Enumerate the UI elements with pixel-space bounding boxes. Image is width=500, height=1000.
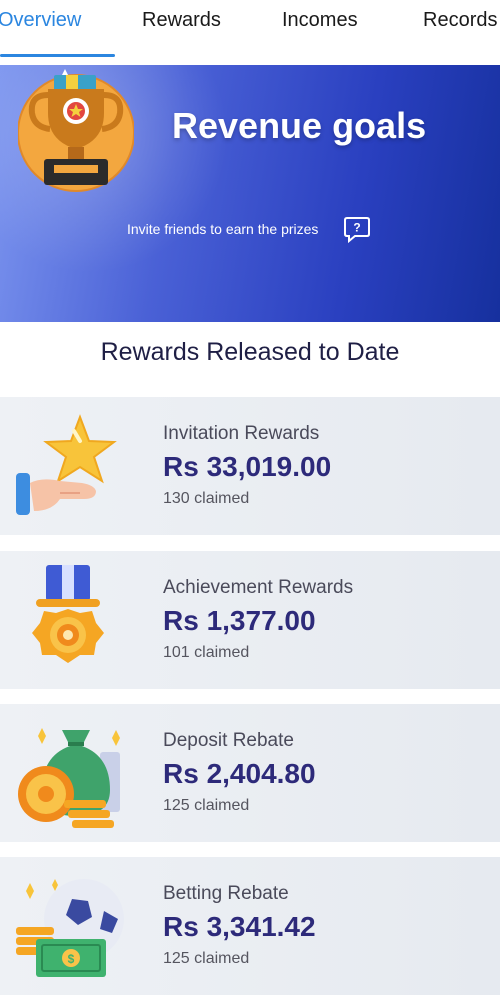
reward-card-betting-rebate[interactable]: $ Betting Rebate Rs 3,341.42 125 claimed xyxy=(0,857,500,995)
reward-claimed-count: 101 claimed xyxy=(163,644,250,661)
tab-records[interactable]: Records xyxy=(423,9,497,32)
section-title: Rewards Released to Date xyxy=(100,338,400,366)
soccer-cash-icon: $ xyxy=(16,879,124,977)
reward-label: Achievement Rewards xyxy=(163,577,354,598)
banner-subtitle: Invite friends to earn the prizes xyxy=(127,221,319,237)
revenue-goals-banner: Revenue goals Invite friends to earn the… xyxy=(0,65,500,322)
tab-rewards[interactable]: Rewards xyxy=(142,9,221,32)
question-bubble-icon[interactable]: ? xyxy=(343,215,371,243)
active-tab-indicator xyxy=(0,54,115,57)
medal-icon xyxy=(32,565,104,663)
tab-incomes[interactable]: Incomes xyxy=(282,9,358,32)
reward-claimed-count: 125 claimed xyxy=(163,797,250,814)
reward-amount: Rs 2,404.80 xyxy=(163,758,316,789)
reward-claimed-count: 130 claimed xyxy=(163,490,250,507)
star-hand-icon xyxy=(16,414,117,515)
reward-card-invitation[interactable]: Invitation Rewards Rs 33,019.00 130 clai… xyxy=(0,397,500,535)
reward-card-deposit-rebate[interactable]: Deposit Rebate Rs 2,404.80 125 claimed xyxy=(0,704,500,842)
reward-amount: Rs 1,377.00 xyxy=(163,605,316,636)
reward-card-achievement[interactable]: Achievement Rewards Rs 1,377.00 101 clai… xyxy=(0,551,500,689)
reward-amount: Rs 3,341.42 xyxy=(163,911,316,942)
trophy-icon xyxy=(18,69,134,192)
svg-text:?: ? xyxy=(353,221,360,235)
reward-claimed-count: 125 claimed xyxy=(163,950,250,967)
money-bag-icon xyxy=(18,728,120,828)
tab-bar: Overview Rewards Incomes Records xyxy=(0,0,500,58)
reward-label: Betting Rebate xyxy=(163,883,289,904)
banner-title: Revenue goals xyxy=(172,105,427,146)
reward-label: Invitation Rewards xyxy=(163,423,320,444)
tab-overview[interactable]: Overview xyxy=(0,9,81,32)
reward-label: Deposit Rebate xyxy=(163,730,294,751)
svg-text:$: $ xyxy=(68,952,75,966)
reward-amount: Rs 33,019.00 xyxy=(163,451,332,482)
